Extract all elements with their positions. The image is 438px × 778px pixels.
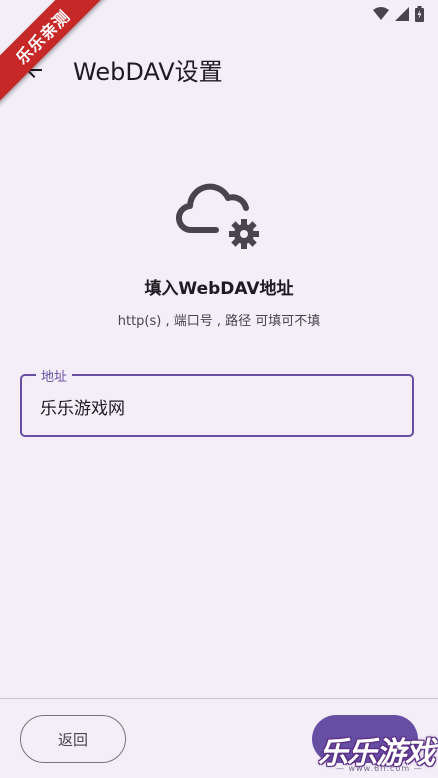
status-icons xyxy=(373,6,424,22)
address-input[interactable] xyxy=(40,396,380,416)
battery-icon xyxy=(415,6,424,22)
address-field[interactable]: 地址 xyxy=(20,366,414,437)
wifi-icon xyxy=(373,7,389,20)
hint-text: http(s) , 端口号 , 路径 可填可不填 xyxy=(117,314,321,329)
cloud-settings-icon xyxy=(176,183,259,249)
top-app-bar: WebDAV设置 xyxy=(0,40,438,100)
page-title: WebDAV设置 xyxy=(73,58,223,86)
footer-divider xyxy=(0,698,438,699)
signal-icon xyxy=(395,7,409,21)
heading: 填入WebDAV地址 xyxy=(144,279,294,299)
address-field-label: 地址 xyxy=(36,366,73,385)
back-button[interactable]: 返回 xyxy=(20,715,126,763)
watermark-url: — www.6ll.com — xyxy=(336,764,423,773)
